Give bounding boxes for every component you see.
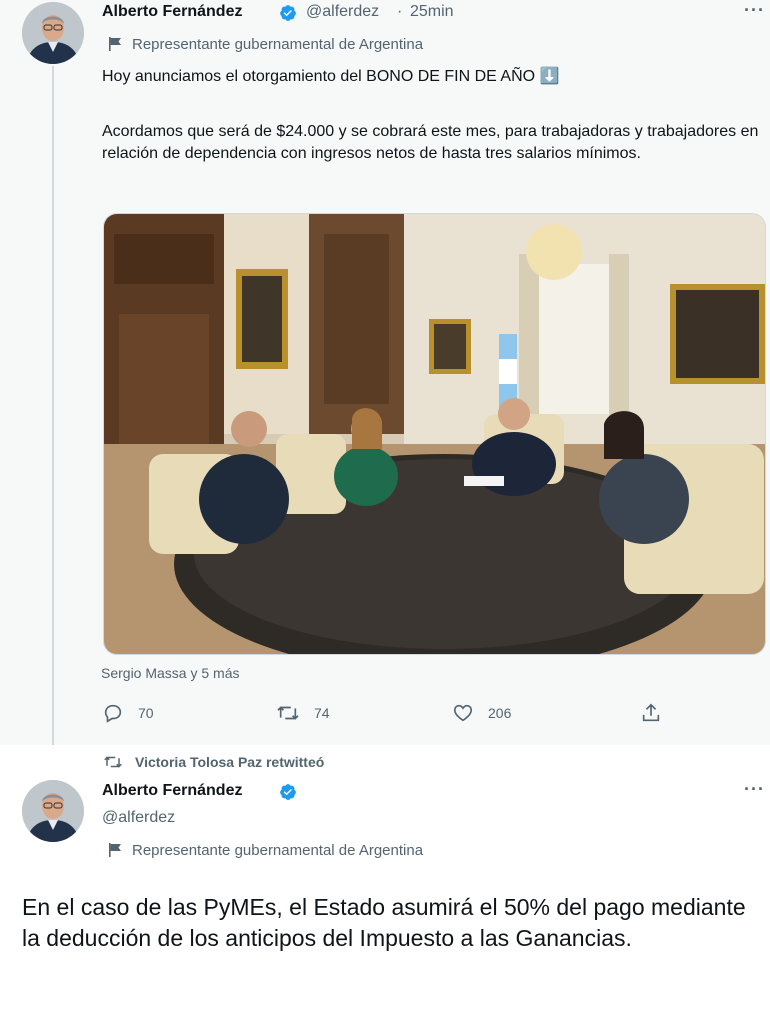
author-name[interactable]: Alberto Fernández [102, 782, 242, 800]
government-flag-icon [106, 841, 124, 859]
verified-badge-icon [280, 5, 296, 21]
verified-badge-icon [280, 784, 296, 800]
reply-button[interactable]: 70 [102, 702, 154, 724]
more-icon[interactable]: ··· [744, 779, 765, 800]
tweet-text-paragraph: Acordamos que será de $24.000 y se cobra… [102, 123, 759, 162]
retweet-count: 74 [314, 705, 330, 721]
tweet-text: En el caso de las PyMEs, el Estado asumi… [22, 894, 746, 951]
share-button[interactable] [640, 702, 676, 724]
retweet-context-label: Victoria Tolosa Paz retwitteó [135, 754, 325, 770]
government-label[interactable]: Representante gubernamental de Argentina [106, 35, 423, 53]
reply-count: 70 [138, 705, 154, 721]
author-handle[interactable]: @alferdez [306, 3, 379, 21]
tweet-1[interactable]: Alberto Fernández @alferdez · 25min ··· … [0, 0, 770, 756]
tweet-time[interactable]: 25min [410, 3, 454, 21]
government-label-text: Representante gubernamental de Argentina [132, 841, 424, 859]
retweet-context[interactable]: Victoria Tolosa Paz retwitteó [103, 753, 324, 771]
thread-line [52, 66, 54, 756]
retweet-icon [277, 706, 299, 720]
government-label[interactable]: Representante gubernamental de Argentina [106, 841, 423, 859]
government-label-text: Representante gubernamental de Argentina [132, 35, 424, 53]
separator-dot: · [397, 3, 403, 20]
like-button[interactable]: 206 [452, 702, 511, 724]
author-avatar[interactable] [22, 780, 84, 842]
tweet-text-line1: Hoy anunciamos el otorgamiento del BONO … [102, 68, 560, 85]
like-count: 206 [488, 705, 512, 721]
share-icon [642, 703, 660, 722]
retweet-button[interactable]: 74 [276, 702, 330, 724]
tweet-photo[interactable] [103, 213, 766, 655]
government-flag-icon [106, 35, 124, 53]
author-avatar[interactable] [22, 2, 84, 64]
tagged-users[interactable]: Sergio Massa y 5 más [101, 665, 240, 681]
tweet-2[interactable]: Victoria Tolosa Paz retwitteó Alberto Fe… [0, 745, 770, 1010]
retweet-context-icon [104, 756, 122, 768]
reply-icon [104, 704, 122, 723]
like-icon [453, 704, 473, 722]
author-name[interactable]: Alberto Fernández [102, 3, 242, 21]
more-icon[interactable]: ··· [744, 0, 765, 21]
author-handle[interactable]: @alferdez [102, 809, 175, 827]
